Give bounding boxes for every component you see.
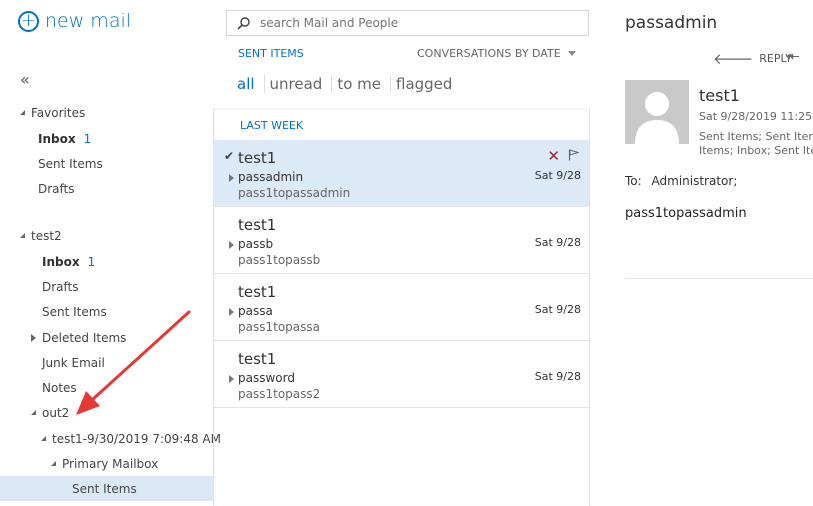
favorites-header[interactable]: Favorites: [20, 100, 85, 125]
expand-conversation-icon[interactable]: [229, 241, 234, 249]
message-sender-name: test1: [699, 86, 740, 105]
new-mail-label: new mail: [45, 10, 132, 32]
archive-session[interactable]: test1-9/30/2019 7:09:48 AM: [41, 426, 221, 451]
filter-to-me[interactable]: to me: [337, 75, 391, 93]
folder-label: Inbox: [42, 254, 80, 269]
favorites-drafts[interactable]: Drafts: [38, 176, 75, 201]
account-notes[interactable]: Notes: [42, 375, 77, 400]
expand-conversation-icon[interactable]: [229, 308, 234, 316]
date-group-label: LAST WEEK: [240, 119, 304, 132]
filter-flagged[interactable]: flagged: [396, 75, 461, 93]
folder-label: Sent Items: [42, 304, 107, 319]
unread-count: 1: [83, 131, 92, 146]
account-drafts[interactable]: Drafts: [42, 274, 79, 299]
collapse-nav-icon[interactable]: «: [20, 70, 30, 89]
message-date: Sat 9/28: [534, 236, 581, 249]
expanded-triangle-icon: [41, 436, 46, 441]
check-icon[interactable]: ✔: [224, 149, 234, 163]
message-date: Sat 9/28: [534, 370, 581, 383]
favorites-sent-items[interactable]: Sent Items: [38, 151, 103, 176]
message-preview: pass1topassa: [238, 320, 320, 334]
folder-label: Primary Mailbox: [62, 456, 159, 471]
message-sent-date: Sat 9/28/2019 11:25 PM: [699, 110, 813, 123]
message-preview: pass1topassb: [238, 253, 321, 267]
collapsed-triangle-icon[interactable]: [31, 333, 36, 342]
new-mail-button[interactable]: + new mail: [18, 10, 131, 32]
account-junk-email[interactable]: Junk Email: [42, 350, 105, 375]
account-label: test2: [31, 228, 62, 243]
message-sender: passa: [238, 304, 273, 318]
folder-label: Junk Email: [42, 355, 105, 370]
message-subject: test1: [238, 149, 277, 167]
folder-label: test1-9/30/2019 7:09:48 AM: [52, 431, 221, 446]
plus-circle-icon: +: [18, 10, 39, 32]
current-folder-label: SENT ITEMS: [238, 47, 304, 60]
account-sent-items[interactable]: Sent Items: [42, 299, 107, 324]
account-header-test2[interactable]: test2: [20, 223, 62, 248]
message-list: LAST WEEK ✔ test1 passadmin pass1topassa…: [213, 108, 590, 506]
message-sender: password: [238, 371, 295, 385]
reading-pane-title: passadmin: [625, 13, 718, 33]
message-row[interactable]: test1 passa pass1topassa Sat 9/28: [214, 274, 589, 341]
person-placeholder-icon: [625, 80, 689, 144]
message-sender: passadmin: [238, 170, 304, 184]
sort-dropdown[interactable]: CONVERSATIONS BY DATE: [417, 47, 576, 60]
folder-label: Inbox: [38, 131, 76, 146]
filter-bar: all unread to me flagged: [237, 75, 466, 93]
folder-label: Sent Items: [72, 481, 137, 496]
account-deleted-items[interactable]: Deleted Items: [31, 325, 126, 350]
filter-unread[interactable]: unread: [270, 75, 333, 93]
message-row[interactable]: test1 passb pass1topassb Sat 9/28: [214, 207, 589, 274]
reply-arrow-icon: 🡐: [713, 50, 754, 68]
expanded-triangle-icon: [20, 233, 25, 238]
account-inbox[interactable]: Inbox 1: [42, 249, 95, 274]
message-row[interactable]: ✔ test1 passadmin pass1topassadmin ✕ Sat…: [214, 140, 589, 207]
favorites-inbox[interactable]: Inbox 1: [38, 126, 91, 151]
avatar: [625, 80, 689, 144]
unread-count: 1: [87, 254, 96, 269]
recipient-name[interactable]: Administrator;: [652, 174, 738, 188]
folder-label: Notes: [42, 380, 77, 395]
message-folders-line2: Items; Inbox; Sent Items: [699, 144, 813, 157]
folder-label: Drafts: [38, 181, 75, 196]
message-date: Sat 9/28: [534, 303, 581, 316]
filter-all[interactable]: all: [237, 75, 265, 93]
search-icon: [237, 16, 250, 30]
reply-button[interactable]: 🡐 REPLY: [713, 49, 792, 68]
folder-label: Drafts: [42, 279, 79, 294]
chevron-down-icon: [567, 51, 576, 56]
message-subject: test1: [238, 350, 277, 368]
expanded-triangle-icon: [31, 410, 36, 415]
archive-sent-items-selected[interactable]: Sent Items: [0, 476, 213, 501]
message-body: pass1topassadmin: [625, 206, 747, 221]
reply-all-icon[interactable]: ⯬: [786, 46, 800, 66]
message-subject: test1: [238, 283, 277, 301]
search-input[interactable]: [258, 15, 578, 31]
expand-conversation-icon[interactable]: [229, 174, 234, 182]
recipient-line: To: Administrator;: [625, 174, 737, 188]
folder-label: Deleted Items: [42, 330, 127, 345]
expanded-triangle-icon: [51, 461, 56, 466]
message-preview: pass1topassadmin: [238, 186, 351, 200]
folder-navigation: + new mail « Favorites Inbox 1 Sent Item…: [0, 0, 221, 506]
message-subject: test1: [238, 216, 277, 234]
archive-primary-mailbox[interactable]: Primary Mailbox: [51, 451, 158, 476]
search-box[interactable]: [226, 10, 589, 36]
folder-label: Sent Items: [38, 156, 103, 171]
sort-label: CONVERSATIONS BY DATE: [417, 47, 561, 60]
to-label: To:: [625, 174, 642, 188]
message-date: Sat 9/28: [534, 169, 581, 182]
message-row[interactable]: test1 password pass1topass2 Sat 9/28: [214, 341, 589, 408]
delete-icon[interactable]: ✕: [547, 147, 560, 165]
message-sender: passb: [238, 237, 274, 251]
archive-header-out2[interactable]: out2: [31, 400, 69, 425]
divider: [625, 278, 813, 279]
flag-icon[interactable]: [568, 149, 579, 161]
expand-conversation-icon[interactable]: [229, 375, 234, 383]
archive-label: out2: [42, 405, 70, 420]
expanded-triangle-icon: [20, 110, 25, 115]
message-folders-line1: Sent Items; Sent Items; Se: [699, 130, 813, 143]
message-preview: pass1topass2: [238, 387, 321, 401]
favorites-label: Favorites: [31, 105, 86, 120]
